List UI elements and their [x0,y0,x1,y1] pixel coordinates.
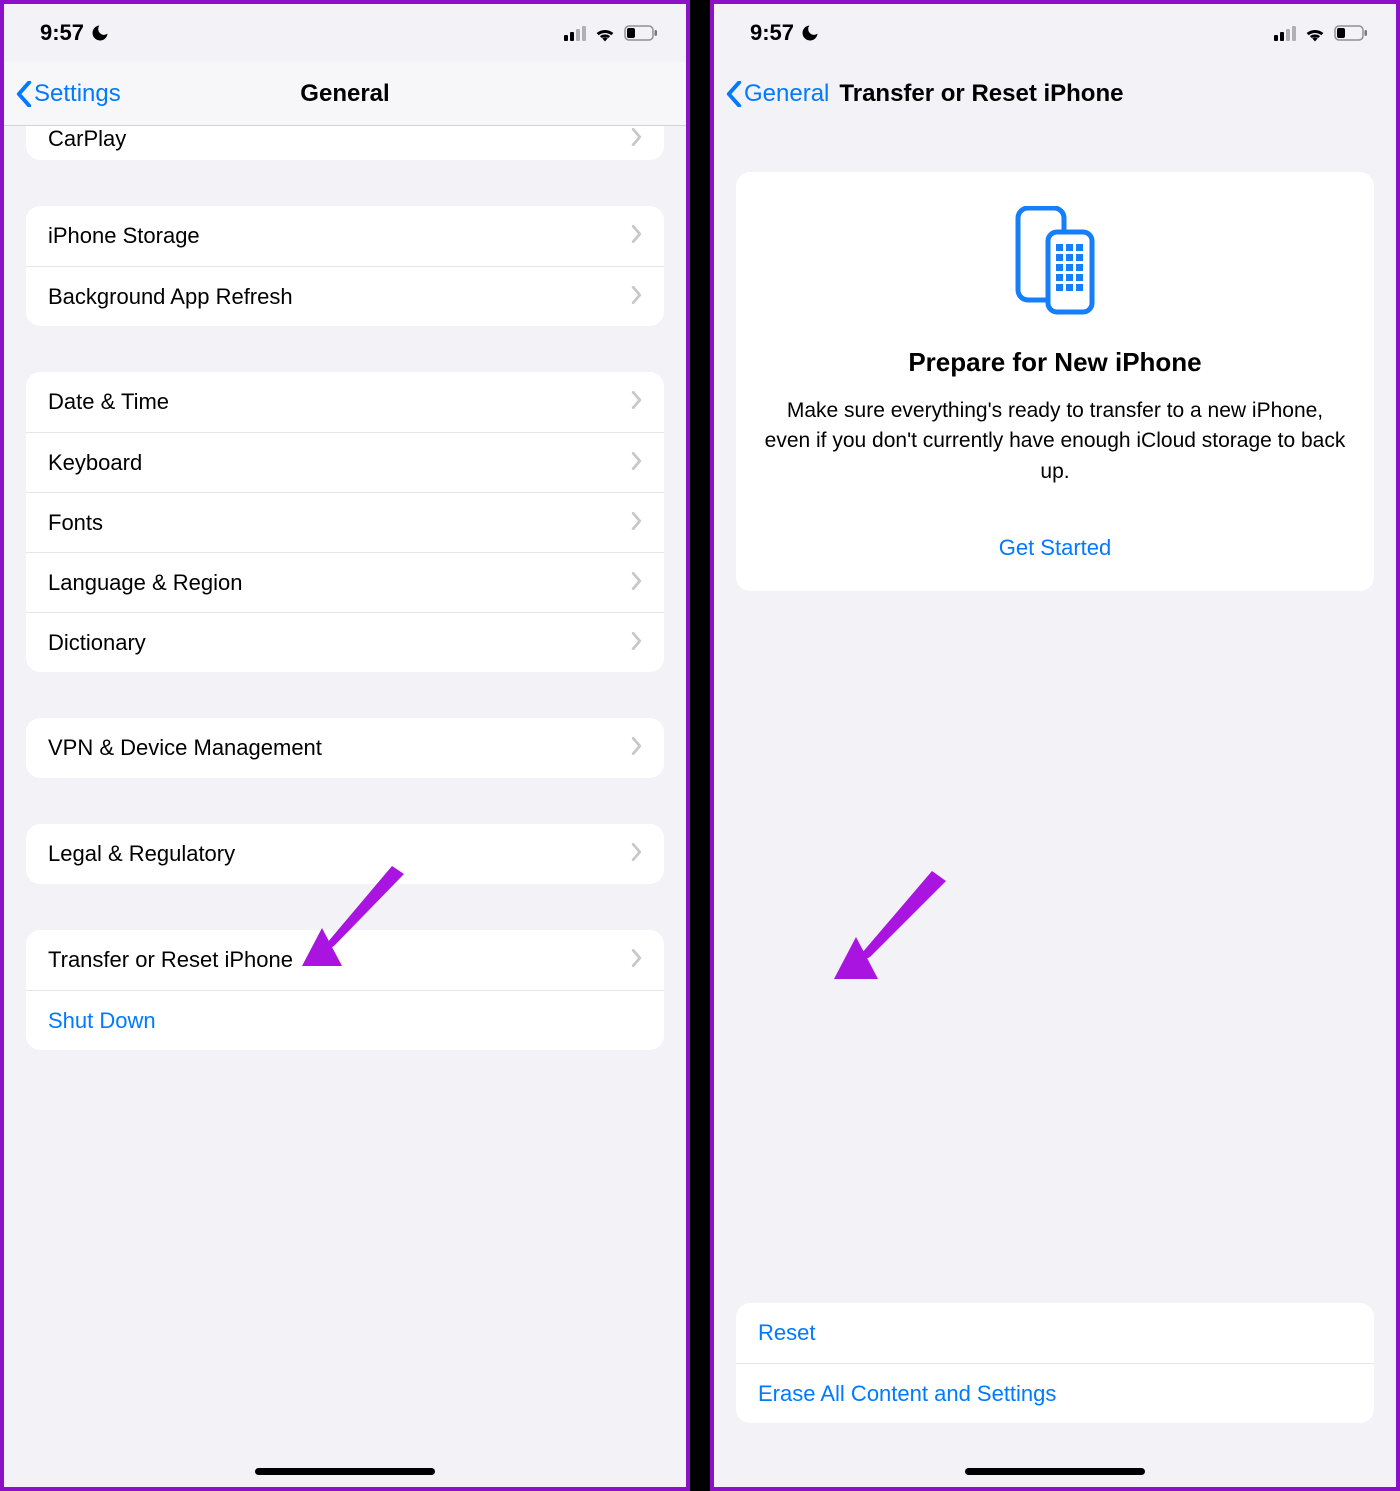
settings-row-language-region[interactable]: Language & Region [26,552,664,612]
dnd-moon-icon [90,23,110,43]
settings-list[interactable]: CarPlay iPhone Storage Background App Re… [4,126,686,1487]
transfer-reset-content: Prepare for New iPhone Make sure everyth… [714,126,1396,1487]
settings-row-keyboard[interactable]: Keyboard [26,432,664,492]
nav-bar: Settings General [4,62,686,126]
prepare-card: Prepare for New iPhone Make sure everyth… [736,172,1374,591]
chevron-right-icon [631,947,642,973]
settings-group: Date & Time Keyboard Fonts Language & Re… [26,372,664,672]
settings-row-legal-regulatory[interactable]: Legal & Regulatory [26,824,664,884]
settings-row-fonts[interactable]: Fonts [26,492,664,552]
page-title: Transfer or Reset iPhone [839,80,1123,108]
settings-group: VPN & Device Management [26,718,664,778]
chevron-right-icon [631,841,642,867]
settings-row-background-app-refresh[interactable]: Background App Refresh [26,266,664,326]
settings-group: Legal & Regulatory [26,824,664,884]
nav-bar: General Transfer or Reset iPhone [714,62,1396,126]
settings-row-carplay[interactable]: CarPlay [26,126,664,160]
settings-group: CarPlay [26,126,664,160]
settings-row-shutdown[interactable]: Shut Down [26,990,664,1050]
prepare-card-desc: Make sure everything's ready to transfer… [762,396,1348,487]
chevron-right-icon [631,735,642,761]
phone-general-settings: 9:57 Settings General CarPla [0,0,690,1491]
settings-row-iphone-storage[interactable]: iPhone Storage [26,206,664,266]
status-time: 9:57 [40,20,84,46]
settings-row-date-time[interactable]: Date & Time [26,372,664,432]
transfer-devices-icon [1014,206,1096,321]
chevron-right-icon [631,284,642,310]
settings-group: Transfer or Reset iPhone Shut Down [26,930,664,1050]
status-time: 9:57 [750,20,794,46]
back-label: General [744,80,829,108]
battery-icon [624,25,658,41]
chevron-right-icon [631,570,642,596]
wifi-icon [594,24,616,42]
chevron-right-icon [631,510,642,536]
phone-transfer-reset: 9:57 General Transfer or Reset iPhone [710,0,1400,1491]
page-title: General [300,80,389,108]
battery-icon [1334,25,1368,41]
chevron-right-icon [631,389,642,415]
chevron-right-icon [631,450,642,476]
chevron-right-icon [631,126,642,152]
prepare-card-title: Prepare for New iPhone [762,347,1348,378]
chevron-right-icon [631,223,642,249]
back-button[interactable]: General [726,80,829,108]
home-indicator [255,1468,435,1475]
back-button[interactable]: Settings [16,80,121,108]
dnd-moon-icon [800,23,820,43]
cellular-signal-icon [1274,25,1296,41]
reset-options-group: Reset Erase All Content and Settings [736,1303,1374,1423]
settings-row-transfer-reset[interactable]: Transfer or Reset iPhone [26,930,664,990]
cellular-signal-icon [564,25,586,41]
settings-group: iPhone Storage Background App Refresh [26,206,664,326]
erase-all-button[interactable]: Erase All Content and Settings [736,1363,1374,1423]
status-bar: 9:57 [714,4,1396,62]
chevron-right-icon [631,630,642,656]
back-label: Settings [34,80,121,108]
settings-row-vpn-device-management[interactable]: VPN & Device Management [26,718,664,778]
settings-row-dictionary[interactable]: Dictionary [26,612,664,672]
annotation-arrow-icon [834,871,954,986]
home-indicator [965,1468,1145,1475]
status-bar: 9:57 [4,4,686,62]
wifi-icon [1304,24,1326,42]
reset-button[interactable]: Reset [736,1303,1374,1363]
get-started-button[interactable]: Get Started [762,535,1348,561]
